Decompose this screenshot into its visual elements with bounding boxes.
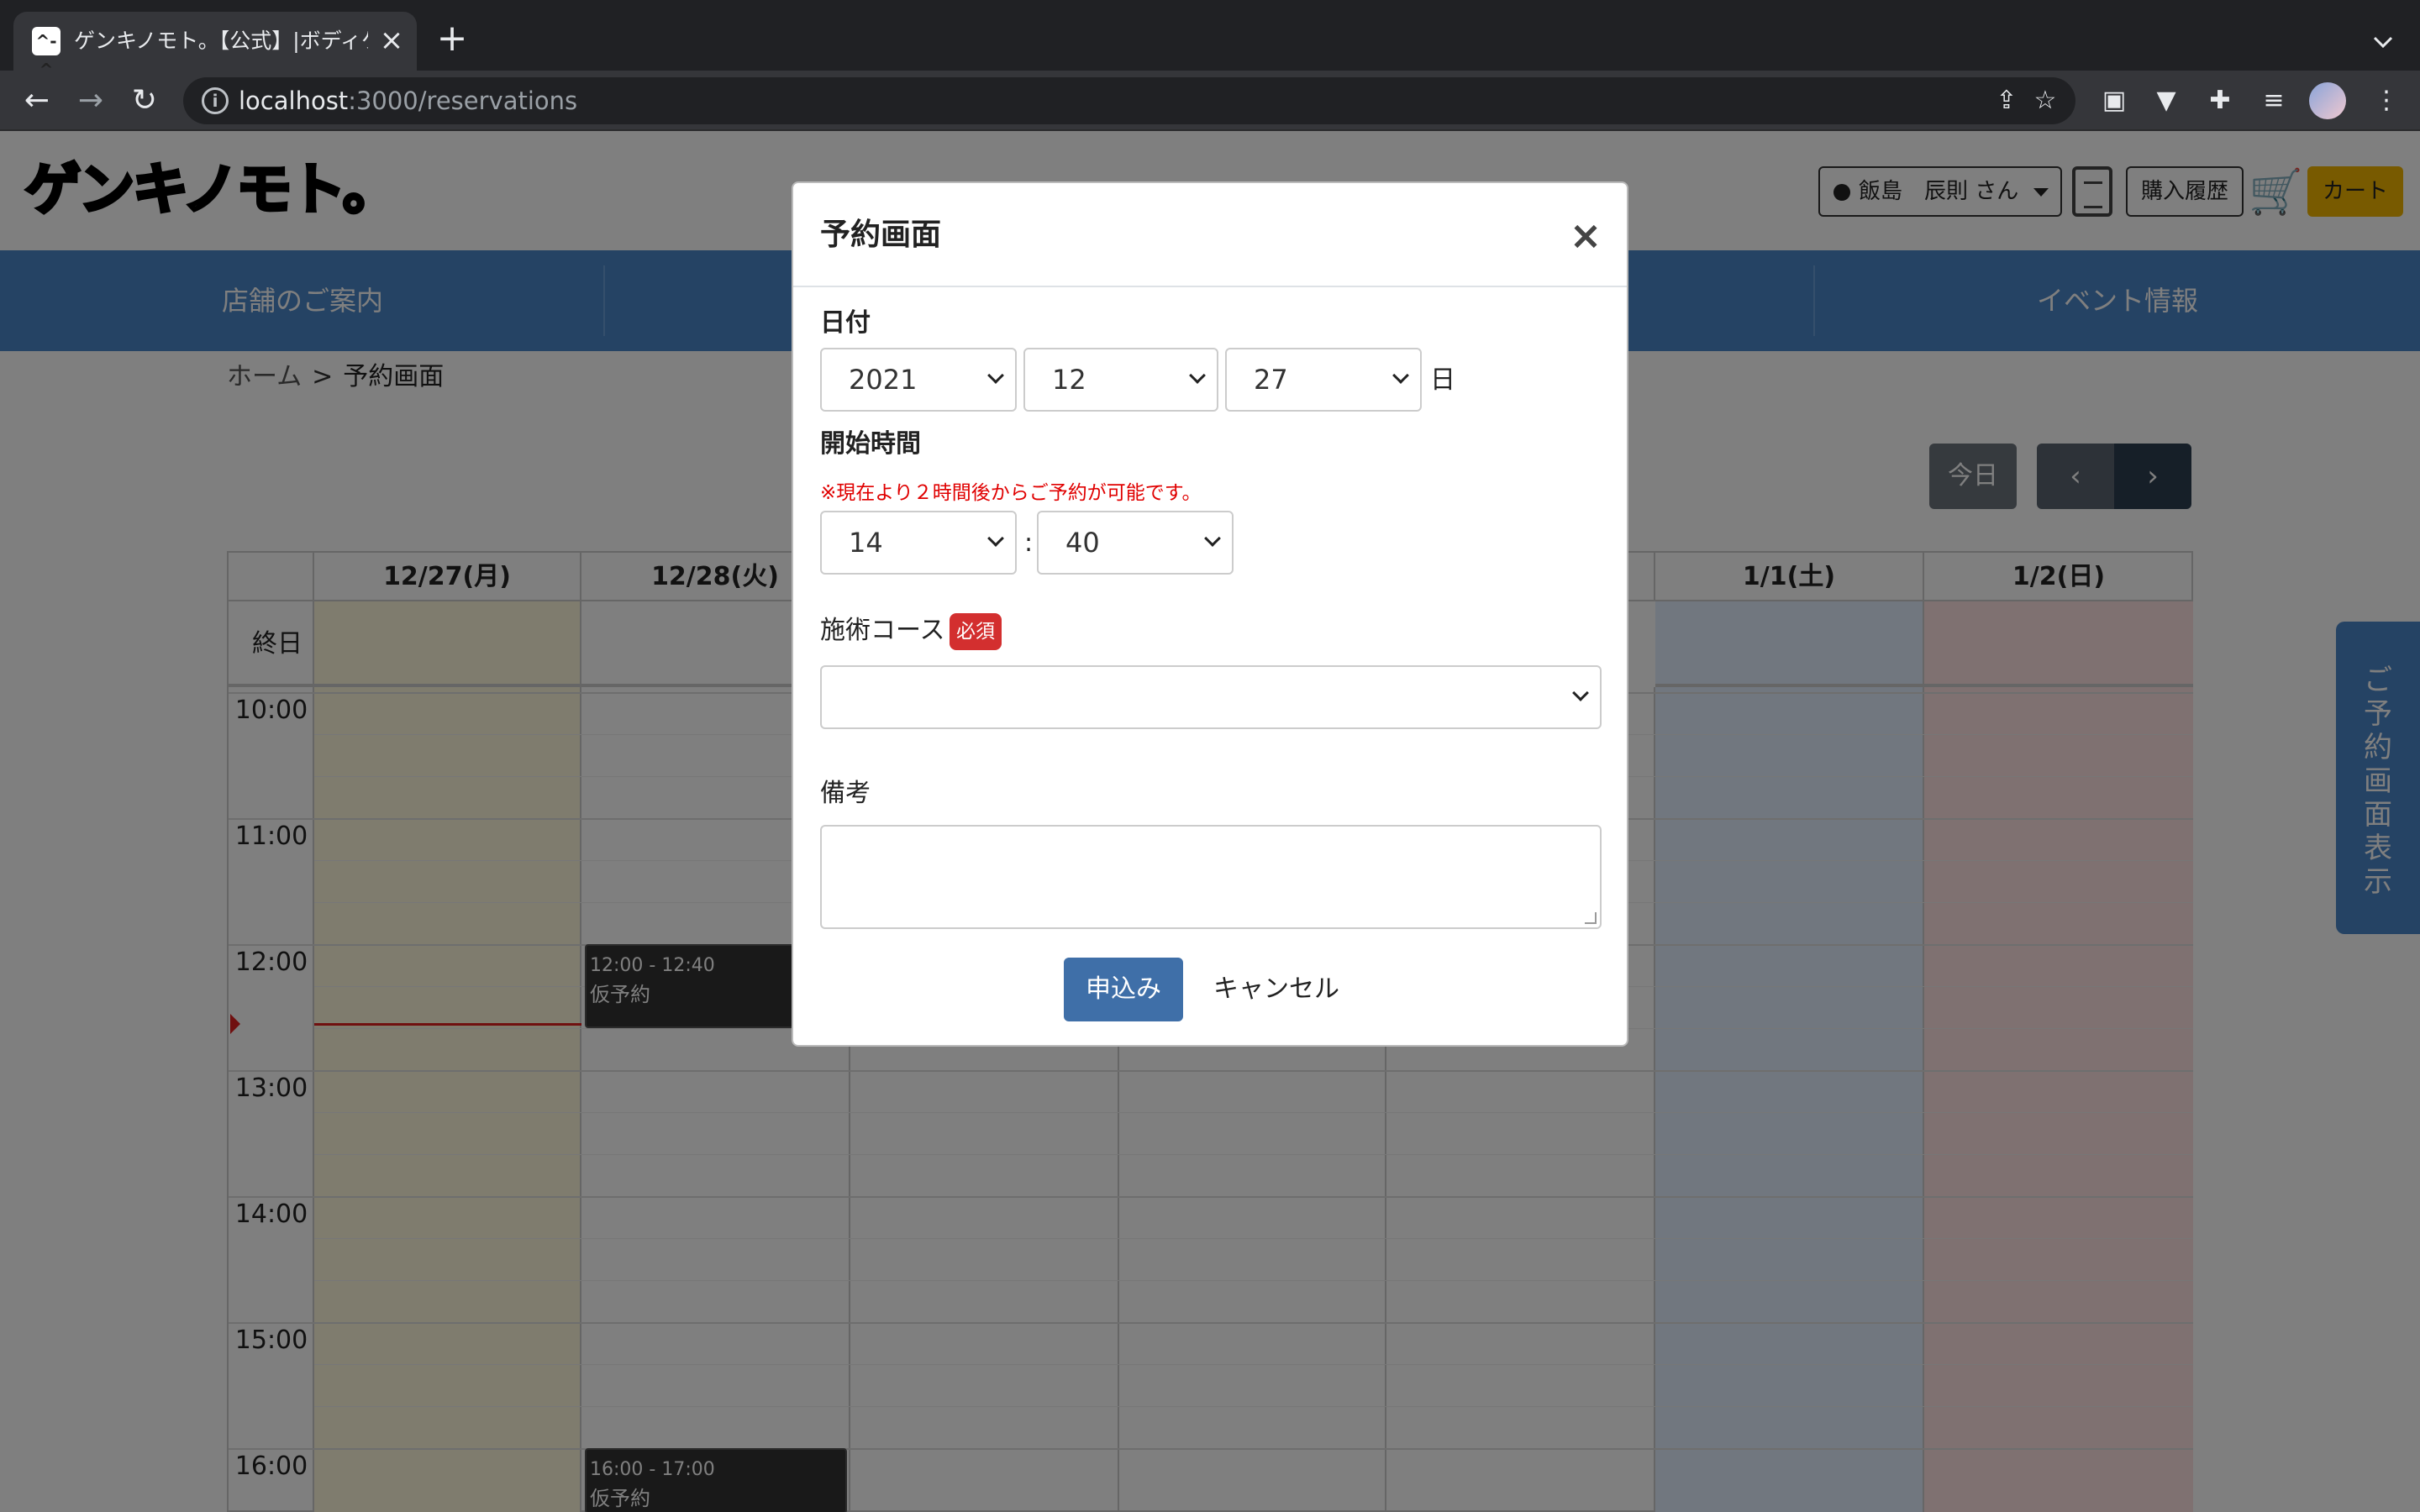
time-separator: : [1023, 528, 1034, 558]
reservation-modal: 予約画面 × 日付 2021 12 27 日 開始時間 ※現在より２時間後からご… [792, 181, 1628, 1047]
reload-icon[interactable]: ↻ [126, 82, 163, 119]
cancel-button[interactable]: キャンセル [1205, 958, 1348, 1021]
bookmark-star-icon[interactable]: ☆ [2030, 86, 2060, 116]
address-bar[interactable]: i localhost:3000/reservations ⇪ ☆ [183, 77, 2075, 124]
tab-close-icon[interactable]: × [375, 24, 408, 57]
chevron-down-icon [1204, 530, 1221, 547]
year-select[interactable]: 2021 [820, 348, 1017, 412]
browser-tab-bar: ^-^ ゲンキノモト。【公式】|ボディケア × + [0, 0, 2420, 80]
tab-search-icon[interactable] [2366, 25, 2400, 59]
browser-tab[interactable]: ^-^ ゲンキノモト。【公式】|ボディケア × [13, 12, 417, 80]
remarks-label: 備考 [820, 779, 871, 808]
chevron-down-icon [987, 367, 1004, 384]
month-value: 12 [1052, 364, 1086, 396]
share-icon[interactable]: ⇪ [1991, 86, 2022, 116]
reading-list-icon[interactable]: ≡ [2255, 82, 2292, 119]
minute-select[interactable]: 40 [1037, 511, 1234, 575]
minute-value: 40 [1065, 527, 1100, 559]
start-time-label: 開始時間 [820, 429, 921, 459]
url-text[interactable]: localhost:3000/reservations [239, 86, 577, 116]
month-select[interactable]: 12 [1023, 348, 1218, 412]
day-unit: 日 [1430, 365, 1455, 395]
course-label: 施術コース [820, 616, 945, 645]
url-path: :3000/reservations [348, 87, 578, 115]
close-icon[interactable]: × [1565, 212, 1607, 259]
forward-arrow-icon[interactable]: → [72, 82, 109, 119]
site-info-icon[interactable]: i [202, 87, 229, 114]
browser-toolbar: ← → ↻ i localhost:3000/reservations ⇪ ☆ … [0, 71, 2420, 131]
booking-note: ※現在より２時間後からご予約が可能です。 [820, 482, 1202, 504]
back-arrow-icon[interactable]: ← [18, 82, 55, 119]
submit-button[interactable]: 申込み [1064, 958, 1183, 1021]
extensions-puzzle-icon[interactable]: ✚ [2202, 82, 2238, 119]
year-value: 2021 [849, 364, 918, 396]
new-tab-icon[interactable]: + [435, 20, 469, 57]
day-select[interactable]: 27 [1225, 348, 1422, 412]
modal-header: 予約画面 × [793, 183, 1627, 287]
chevron-down-icon [1572, 685, 1589, 701]
tab-title: ゲンキノモト。【公式】|ボディケア [74, 29, 368, 53]
remarks-textarea[interactable] [820, 825, 1602, 929]
date-label: 日付 [820, 308, 871, 338]
resize-grip-icon[interactable] [1585, 912, 1597, 924]
day-value: 27 [1254, 364, 1288, 396]
extension-v-icon[interactable]: ▼ [2148, 82, 2185, 119]
course-select[interactable] [820, 665, 1602, 729]
browser-menu-icon[interactable]: ⋮ [2368, 82, 2405, 119]
chevron-down-icon [1392, 367, 1409, 384]
chevron-down-icon [987, 530, 1004, 547]
extension-chat-icon[interactable]: ▣ [2096, 82, 2133, 119]
chevron-down-icon [1189, 367, 1206, 384]
required-badge: 必須 [950, 613, 1002, 650]
profile-avatar[interactable] [2309, 82, 2346, 119]
hour-select[interactable]: 14 [820, 511, 1017, 575]
hour-value: 14 [849, 527, 883, 559]
favicon-icon: ^-^ [32, 27, 60, 80]
modal-title: 予約画面 [820, 218, 942, 252]
url-host: localhost [239, 87, 349, 115]
